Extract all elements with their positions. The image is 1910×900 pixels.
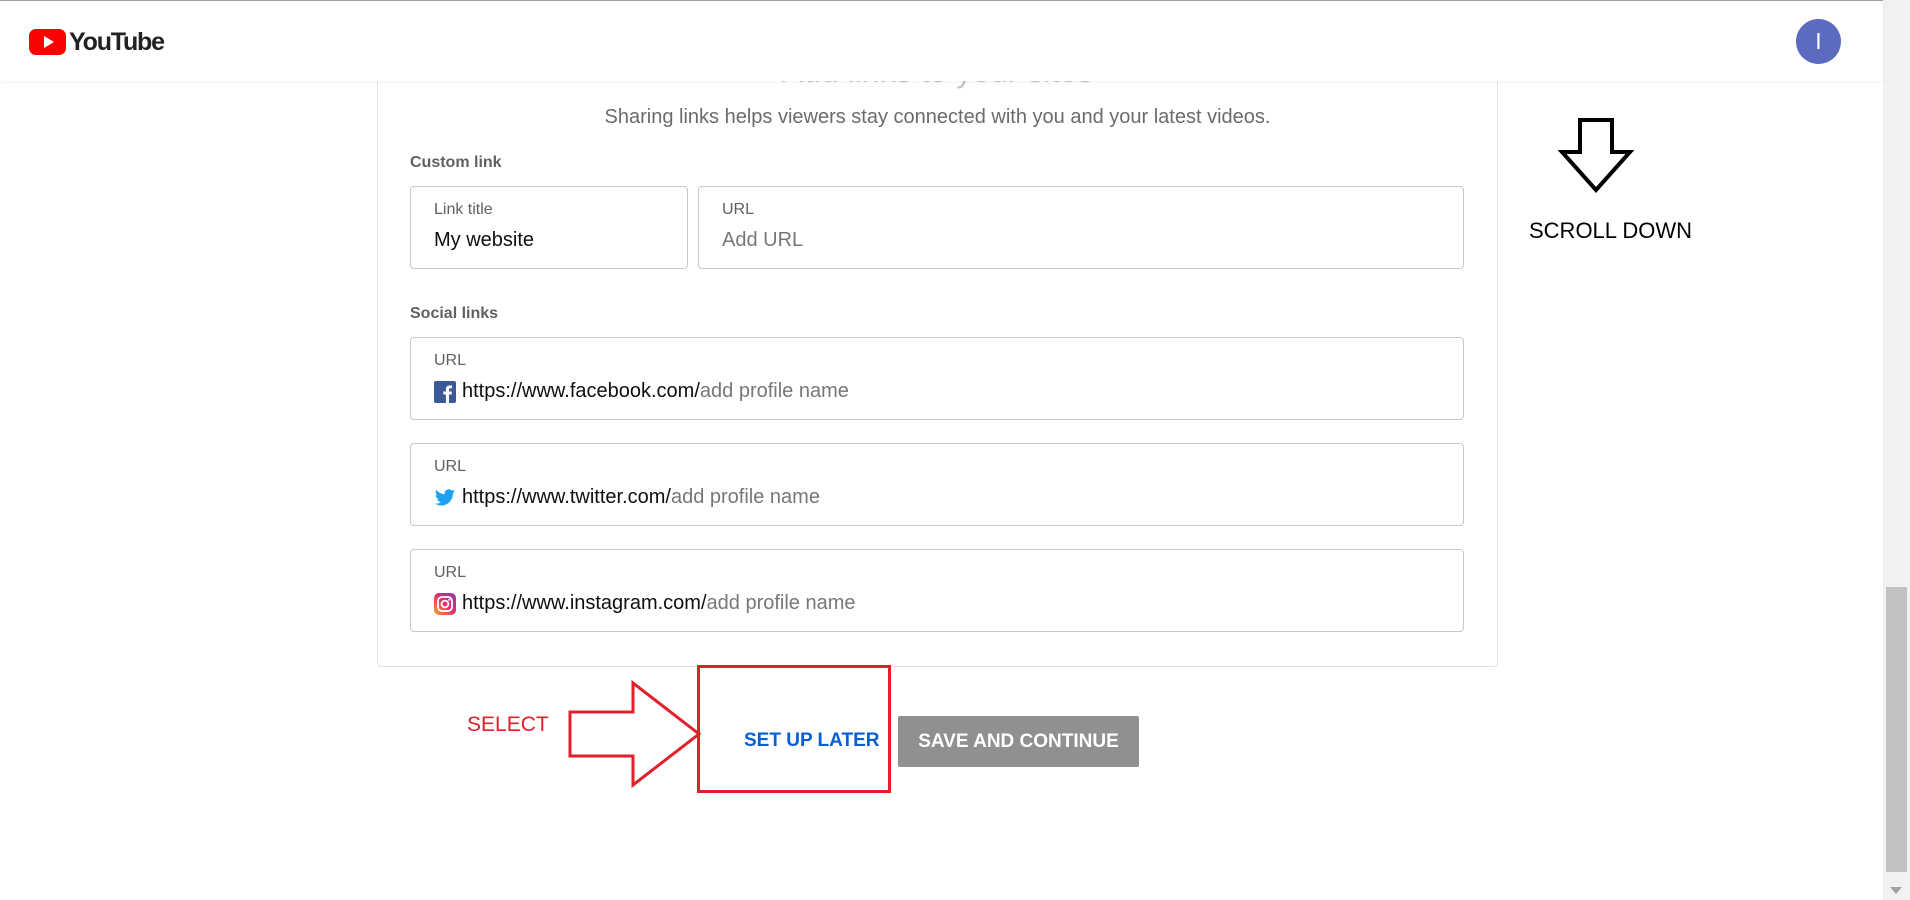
page-scrollbar[interactable] xyxy=(1883,0,1910,900)
custom-url-placeholder: Add URL xyxy=(722,229,804,251)
twitter-url-row: https://www.twitter.com/ add profile nam… xyxy=(434,486,820,509)
youtube-wordmark: YouTube xyxy=(69,27,165,56)
select-annotation-label: SELECT xyxy=(467,713,549,736)
highlight-box-annotation xyxy=(697,665,891,793)
links-card: Add links to your sites Sharing links he… xyxy=(377,48,1498,667)
facebook-url-hint: add profile name xyxy=(699,380,849,402)
twitter-url-field[interactable]: URL https://www.twitter.com/ add profile… xyxy=(410,443,1464,526)
facebook-url-label: URL xyxy=(434,352,467,369)
youtube-logo[interactable]: YouTube xyxy=(29,27,165,56)
twitter-url-hint: add profile name xyxy=(670,486,820,508)
instagram-url-row: https://www.instagram.com/ add profile n… xyxy=(434,592,856,615)
save-and-continue-button[interactable]: SAVE AND CONTINUE xyxy=(898,716,1139,767)
twitter-url-label: URL xyxy=(434,458,467,475)
facebook-url-row: https://www.facebook.com/ add profile na… xyxy=(434,380,849,403)
custom-link-label: Custom link xyxy=(410,154,502,171)
facebook-url-field[interactable]: URL https://www.facebook.com/ add profil… xyxy=(410,337,1464,420)
link-title-label: Link title xyxy=(434,201,493,218)
scroll-down-arrow-icon[interactable] xyxy=(1890,887,1902,894)
custom-url-field[interactable]: URL Add URL xyxy=(698,186,1464,269)
youtube-play-icon xyxy=(29,29,66,55)
scrollbar-thumb[interactable] xyxy=(1886,587,1907,872)
custom-url-label: URL xyxy=(722,201,755,218)
social-links-label: Social links xyxy=(410,305,499,322)
down-arrow-annotation-icon xyxy=(1558,118,1634,193)
instagram-url-label: URL xyxy=(434,564,467,581)
facebook-url-prefix: https://www.facebook.com/ xyxy=(462,380,700,402)
account-avatar[interactable]: I xyxy=(1796,19,1841,64)
instagram-url-hint: add profile name xyxy=(706,592,856,614)
right-arrow-annotation-icon xyxy=(568,680,702,788)
instagram-url-prefix: https://www.instagram.com/ xyxy=(462,592,707,614)
card-subtitle: Sharing links helps viewers stay connect… xyxy=(604,106,1271,128)
facebook-icon xyxy=(434,380,456,403)
twitter-icon xyxy=(434,488,456,506)
link-title-value: My website xyxy=(434,229,535,251)
link-title-field[interactable]: Link title My website xyxy=(410,186,688,269)
twitter-url-prefix: https://www.twitter.com/ xyxy=(462,486,671,508)
scroll-down-annotation-label: SCROLL DOWN xyxy=(1529,218,1692,243)
instagram-icon xyxy=(434,592,456,615)
top-header: YouTube I xyxy=(0,0,1883,81)
instagram-url-field[interactable]: URL https://www.instagram.com/ add profi… xyxy=(410,549,1464,632)
